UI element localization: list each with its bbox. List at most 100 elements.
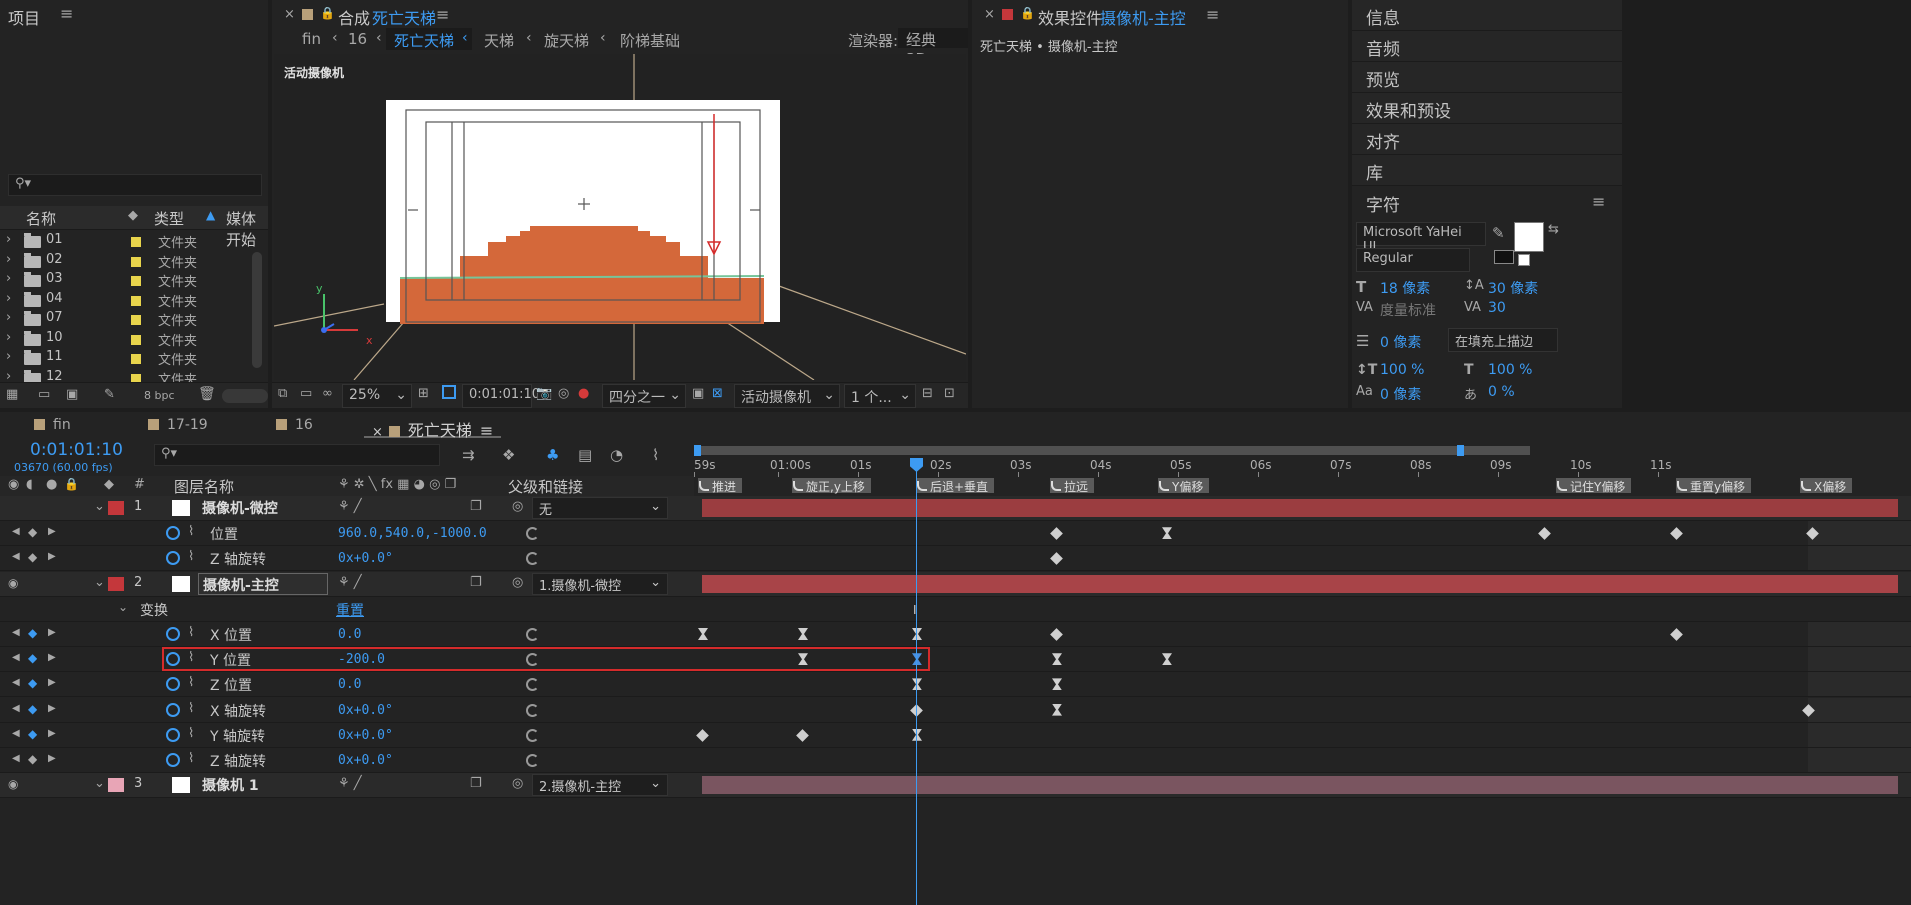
swap-colors-icon[interactable]: ⇆ [1548,222,1559,237]
work-area-bar[interactable] [694,446,1530,455]
region-icon[interactable] [442,385,456,399]
layer-name-header[interactable]: 图层名称 [174,476,234,497]
property-row[interactable]: ◀ ◆ ▶ ⌇ 位置 960.0,540.0,-1000.0 [0,521,1911,547]
lock-icon[interactable]: 🔒 [1020,6,1035,20]
comp-marker[interactable]: 旋正,y上移 [792,478,871,494]
expression-pickwhip-icon[interactable] [526,527,539,541]
solo-icon[interactable]: ● [46,477,57,492]
pickwhip-icon[interactable]: ◎ [512,575,523,590]
flowchart-icon[interactable]: ✎ [104,387,115,402]
eye-icon[interactable]: ◉ [8,777,18,791]
property-value[interactable]: 0.0 [338,627,361,642]
export-frame-icon[interactable]: ⊡ [944,386,955,401]
expression-pickwhip-icon[interactable] [526,703,539,717]
collapse-arrow-icon[interactable]: ⌄ [94,499,105,514]
keyframe[interactable] [1052,703,1062,716]
close-tab-icon[interactable]: × [372,425,383,440]
effects-tab-prefix[interactable]: 效果控件 [1038,5,1102,29]
comp-marker[interactable]: 后退+垂直 [916,478,995,494]
fit-icon[interactable]: ⊞ [418,386,429,401]
keyframe[interactable] [1162,527,1172,540]
bpc-label[interactable]: 8 bpc [144,389,175,402]
current-time[interactable]: 0:01:01:10 [30,440,123,460]
next-keyframe-icon[interactable]: ▶ [48,703,56,714]
new-comp-icon[interactable]: ▣ [66,387,78,402]
work-area-start-handle[interactable] [694,445,701,456]
keyframe[interactable] [696,728,709,742]
next-keyframe-icon[interactable]: ▶ [48,677,56,688]
layer-label-swatch[interactable] [108,778,124,793]
snapshot-region-icon[interactable]: ⧉ [278,386,287,401]
column-type[interactable]: 类型 [154,208,184,229]
panel-menu-icon[interactable]: ≡ [436,5,449,24]
shy-layers-icon[interactable]: ♣ [546,446,559,464]
chevron-right-icon[interactable]: › [6,271,11,286]
comp-flowchart-icon[interactable]: ⇉ [462,446,475,464]
layer-row[interactable]: ◉ ⌄ 2 摄像机-主控 ⚘ ╱ ❐ ◎ 1.摄像机-微控 ⌄ [0,571,1911,597]
graph-editor-icon[interactable]: ⌇ [652,446,659,464]
comp-tab-prefix[interactable]: 合成 [338,5,370,29]
label-swatch[interactable] [131,256,141,267]
right-panel-tab[interactable]: 对齐 [1352,124,1622,155]
label-swatch[interactable] [131,334,141,345]
parent-dropdown[interactable]: 2.摄像机-主控 ⌄ [532,774,668,797]
right-panel-tab[interactable]: 库 [1352,155,1622,186]
3d-layer-icon[interactable]: ❐ [470,575,482,590]
reset-link[interactable]: 重置 [336,600,364,620]
trash-icon[interactable]: 🗑 [198,386,216,402]
chevron-right-icon[interactable]: › [6,232,11,247]
effects-tab-name[interactable]: 摄像机-主控 [1100,5,1186,29]
frame-blending-icon[interactable]: ▤ [578,446,592,464]
next-keyframe-icon[interactable]: ▶ [48,526,56,537]
label-swatch[interactable] [131,276,141,286]
prev-keyframe-icon[interactable]: ◀ [12,526,20,537]
transparency-grid-icon[interactable]: ⊠ [712,386,723,401]
3d-layer-icon[interactable]: ❐ [470,499,482,514]
keyframe[interactable] [1670,527,1683,541]
tsume-value[interactable]: 0 % [1488,384,1515,400]
comp-marker[interactable]: Y偏移 [1158,478,1210,494]
chevron-right-icon[interactable]: › [6,252,11,267]
layer-name[interactable]: 摄像机-微控 [198,497,282,519]
property-row[interactable]: ◀ ◆ ▶ ⌇ Y 位置 -200.0 [0,647,1911,673]
property-value[interactable]: 0.0 [338,677,361,692]
add-keyframe-icon[interactable]: ◆ [28,752,37,766]
prev-keyframe-icon[interactable]: ◀ [12,703,20,714]
pickwhip-icon[interactable]: ◎ [512,776,523,791]
property-value[interactable]: 0x+0.0° [338,551,393,566]
property-value[interactable]: 0x+0.0° [338,728,393,743]
eye-icon[interactable]: ◉ [8,477,19,492]
expression-pickwhip-icon[interactable] [526,728,539,742]
timeline-tab-active[interactable]: × 死亡天梯 ≡ [364,414,502,440]
property-row[interactable]: ◀ ◆ ▶ ⌇ X 位置 0.0 [0,622,1911,647]
breadcrumb-item[interactable]: 死亡天梯 [394,30,454,51]
add-keyframe-icon[interactable]: ◆ [28,651,37,665]
keyframe[interactable] [1162,653,1172,666]
font-family-dropdown[interactable]: Microsoft YaHei UI [1356,222,1486,255]
label-swatch[interactable] [131,237,141,247]
label-swatch[interactable] [131,295,141,306]
property-value[interactable]: 960.0,540.0,-1000.0 [338,526,487,541]
motion-blur-icon[interactable]: ◔ [610,446,623,464]
keyframe[interactable] [698,628,708,640]
graph-icon[interactable]: ⌇ [188,625,194,640]
keyframe[interactable] [1052,678,1062,691]
right-panel-tab[interactable]: 音频 [1352,31,1622,62]
property-row[interactable]: ◀ ◆ ▶ ⌇ X 轴旋转 0x+0.0° [0,697,1911,723]
chevron-right-icon[interactable]: › [6,310,11,325]
prev-keyframe-icon[interactable]: ◀ [12,627,20,638]
kerning-value[interactable]: 度量标准 [1380,300,1436,320]
stopwatch-icon[interactable] [166,702,180,717]
draft-3d-icon[interactable]: ❖ [502,446,515,464]
prev-keyframe-icon[interactable]: ◀ [12,551,20,562]
graph-icon[interactable]: ⌇ [188,751,194,766]
column-name[interactable]: 名称 [26,208,56,229]
right-panel-tab[interactable]: 预览 [1352,62,1622,93]
close-tab-icon[interactable]: × [984,7,995,22]
layer-row[interactable]: ⌄ 1 摄像机-微控 ⚘ ╱ ❐ ◎ 无 ⌄ [0,496,1911,521]
property-row[interactable]: ◀ ◆ ▶ ⌇ Z 位置 0.0 [0,672,1911,698]
eye-icon[interactable]: ◉ [8,576,18,590]
stopwatch-icon[interactable] [166,753,180,767]
timeline-tab[interactable]: 16 [276,417,313,433]
camera-snapshot-icon[interactable]: 📷 [536,386,552,401]
